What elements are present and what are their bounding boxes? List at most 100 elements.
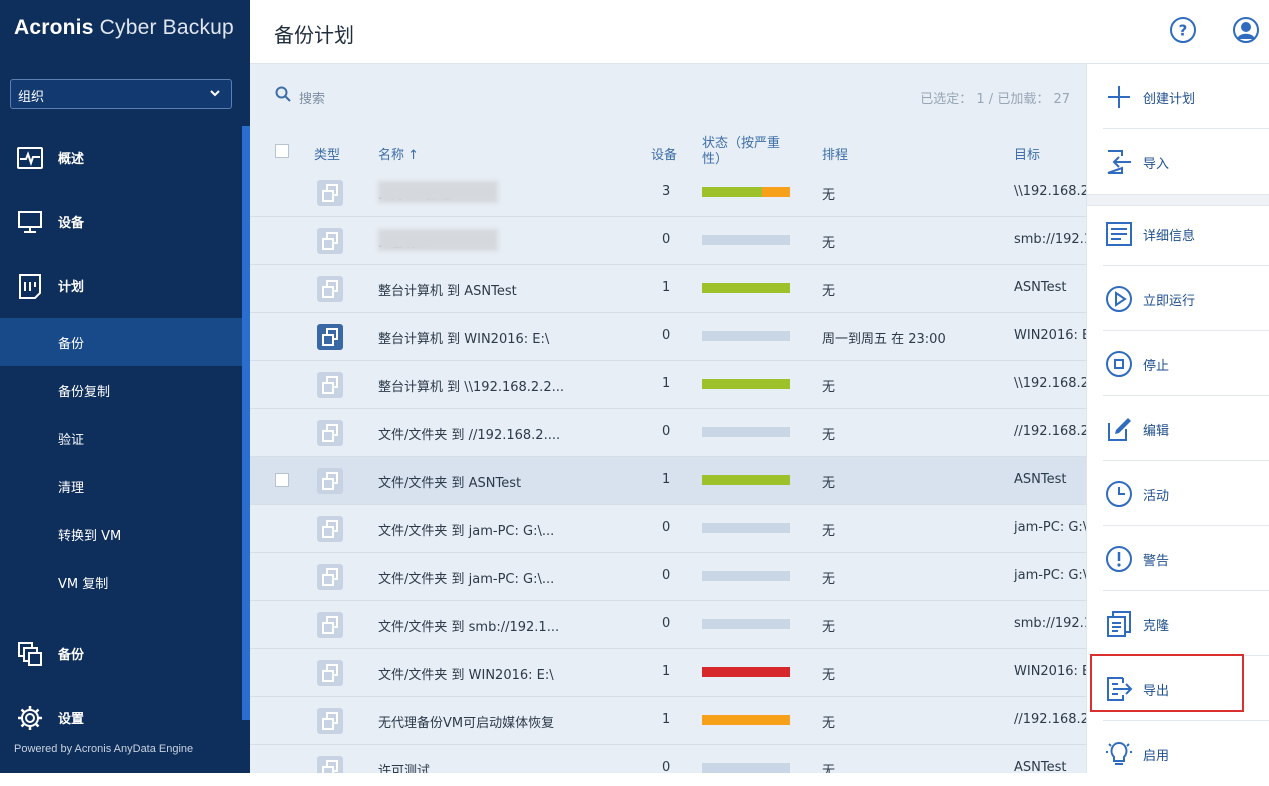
alert-icon [1106,546,1132,572]
sidebar-subitem-convert-to-vm[interactable]: 转换到 VM [0,510,242,558]
plan-name[interactable]: 整台计算机 到 ASNTest [378,280,517,299]
table-row[interactable]: 整台计算机 到 ASNTest 1 无 ASNTest [250,265,1086,313]
sidebar-item-devices[interactable]: 设备 [0,197,242,245]
device-count: 0 [662,760,671,773]
device-count: 0 [662,616,671,631]
sidebar: Acronis Cyber Backup 组织 概述 设备 计划 备份 备份复制… [0,0,250,773]
target: ASNTest [1014,280,1067,295]
column-target[interactable]: 目标 [1014,144,1040,163]
column-type[interactable]: 类型 [314,144,340,163]
plan-name[interactable]: 文件/文件夹 到 //192.168.2.... [378,424,560,443]
org-selector[interactable]: 组织 [10,79,232,109]
plan-name[interactable]: 整台计算机 到 WIN2016: E:\ [378,328,549,347]
plan-name[interactable]: 文件/文件夹 到 WIN2016: E:\ [378,664,554,683]
help-icon[interactable]: ? [1169,16,1197,44]
action-stop[interactable]: 停止 [1087,331,1269,396]
search-icon[interactable] [275,86,291,102]
backup-plan-icon [317,756,343,773]
action-label: 立即运行 [1143,294,1196,309]
row-checkbox[interactable] [275,473,289,487]
device-count: 0 [662,568,671,583]
table-row[interactable]: 整台计算机 到 \\192.168.2.2... 1 无 \\192.168.2 [250,361,1086,409]
table-row[interactable]: 整台计算机 到 WIN2016: E:\ 0 周一到周五 在 23:00 WIN201… [250,313,1086,361]
table-row[interactable]: 文件/文件夹 到 jam-PC: G:\... 0 无 jam-PC: G:\ [250,553,1086,601]
powered-by-text: Powered by Acronis AnyData Engine [14,743,194,755]
column-schedule[interactable]: 排程 [822,144,848,163]
table-row[interactable]: 文件/文件夹 到 ASNTest 1 无 ASNTest [250,457,1086,505]
backup-plan-icon [317,612,343,638]
target: smb://192.1 [1014,232,1086,247]
action-bulb[interactable]: 启用 [1087,721,1269,786]
column-devices[interactable]: 设备 [651,144,677,163]
select-all-checkbox[interactable] [275,144,289,158]
action-label: 停止 [1143,359,1170,374]
device-count: 1 [662,280,671,295]
sidebar-item-plans[interactable]: 计划 [0,261,242,309]
sidebar-subitem-backup[interactable]: 备份 [0,318,242,366]
plan-name[interactable]: 文件/文件夹 到 ASNTest [378,472,521,491]
target: ASNTest [1014,472,1067,487]
column-name[interactable]: 名称 ↑ [378,144,419,163]
backups-icon [18,642,42,666]
clock-icon [1106,481,1132,507]
backup-plan-icon [317,420,343,446]
sidebar-scrollbar[interactable] [242,126,250,720]
schedule: 无 [822,188,836,203]
status-bar [702,283,790,293]
sidebar-subitem-backup-replication[interactable]: 备份复制 [0,366,242,414]
action-clone[interactable]: 克隆 [1087,591,1269,656]
bulb-icon [1106,741,1132,765]
action-label: 克隆 [1143,619,1170,634]
schedule: 无 [822,668,836,683]
backup-plan-icon [317,324,343,350]
sidebar-item-backups[interactable]: 备份 [0,629,242,677]
table-row[interactable]: 许可测试 0 无 ASNTest [250,745,1086,773]
sidebar-item-settings[interactable]: 设置 [0,693,242,741]
table-row[interactable]: …的VM验证3无\\192.168.2 [250,169,1086,217]
sidebar-subitem-cleanup[interactable]: 清理 [0,462,242,510]
target: jam-PC: G:\ [1014,568,1086,583]
action-play[interactable]: 立即运行 [1087,266,1269,331]
action-clock[interactable]: 活动 [1087,461,1269,526]
action-edit[interactable]: 编辑 [1087,396,1269,461]
table-row[interactable]: 无代理备份VM可启动媒体恢复 1 无 //192.168.2 [250,697,1086,745]
sidebar-subitem-vm-replication[interactable]: VM 复制 [0,558,242,606]
table-row[interactable]: 文件/文件夹 到 smb://192.1... 0 无 smb://192.1 [250,601,1086,649]
backup-plan-icon [317,516,343,542]
sort-asc-icon: ↑ [408,148,420,163]
device-count: 0 [662,328,671,343]
status-bar [702,619,790,629]
action-alert[interactable]: 警告 [1087,526,1269,591]
table-row[interactable]: 文件/文件夹 到 //192.168.2.... 0 无 //192.168.2 [250,409,1086,457]
plan-name[interactable]: 文件/文件夹 到 jam-PC: G:\... [378,568,554,587]
search-input[interactable]: 搜索 [299,88,325,107]
plan-name[interactable]: 许可测试 [378,760,430,773]
plan-name[interactable]: 文件/文件夹 到 jam-PC: G:\... [378,520,554,539]
sidebar-subitem-validation[interactable]: 验证 [0,414,242,462]
plan-name[interactable]: 文件/文件夹 到 smb://192.1... [378,616,559,635]
plans-icon [19,274,41,299]
sidebar-item-label: 设置 [58,712,85,727]
backup-plan-icon [317,468,343,494]
user-icon[interactable] [1232,16,1260,44]
action-import[interactable]: 导入 [1087,129,1269,194]
clone-icon [1107,611,1131,637]
table-row[interactable]: …备份...0无smb://192.1 [250,217,1086,265]
plan-name[interactable]: 无代理备份VM可启动媒体恢复 [378,712,554,731]
schedule: 无 [822,764,836,773]
table-row[interactable]: 文件/文件夹 到 jam-PC: G:\... 0 无 jam-PC: G:\ [250,505,1086,553]
sidebar-item-label: 概述 [58,152,85,167]
plus-icon [1108,86,1130,108]
org-selector-label: 组织 [18,90,45,105]
target: ASNTest [1014,760,1067,773]
schedule: 无 [822,524,836,539]
action-details[interactable]: 详细信息 [1087,201,1269,266]
backup-plan-icon [317,564,343,590]
target: WIN2016: E [1014,664,1086,679]
plan-name[interactable]: 整台计算机 到 \\192.168.2.2... [378,376,564,395]
target: smb://192.1 [1014,616,1086,631]
sidebar-item-overview[interactable]: 概述 [0,133,242,181]
column-status[interactable]: 状态（按严重性） [702,136,798,168]
table-row[interactable]: 文件/文件夹 到 WIN2016: E:\ 1 无 WIN2016: E [250,649,1086,697]
action-plus[interactable]: 创建计划 [1087,64,1269,129]
